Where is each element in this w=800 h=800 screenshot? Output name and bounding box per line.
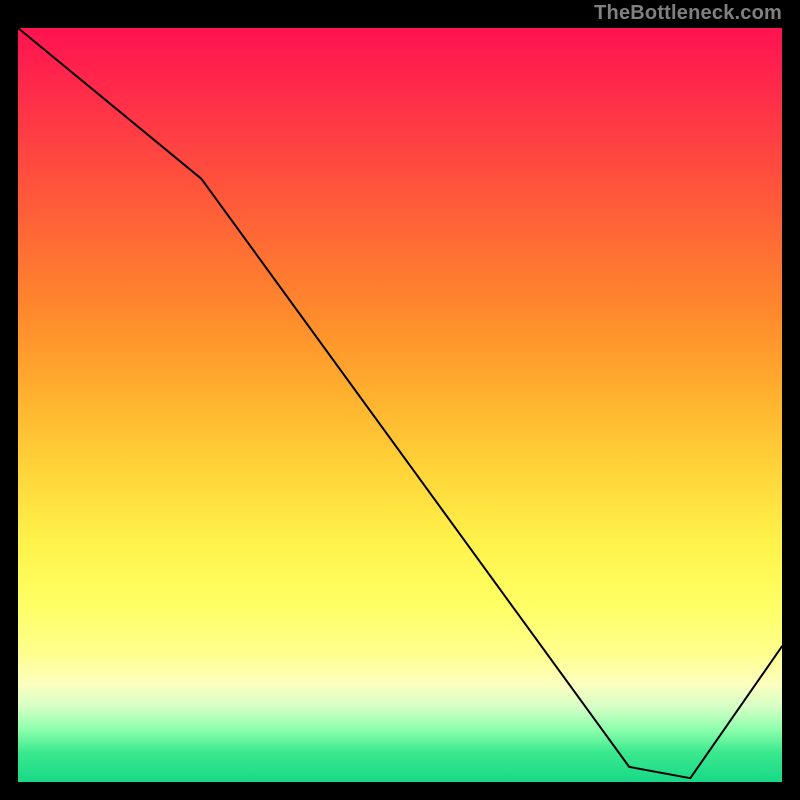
data-line	[18, 28, 782, 778]
watermark-text: TheBottleneck.com	[594, 2, 782, 25]
line-chart-svg	[18, 28, 782, 782]
plot-area	[18, 28, 782, 782]
chart-container: TheBottleneck.com	[0, 0, 800, 800]
